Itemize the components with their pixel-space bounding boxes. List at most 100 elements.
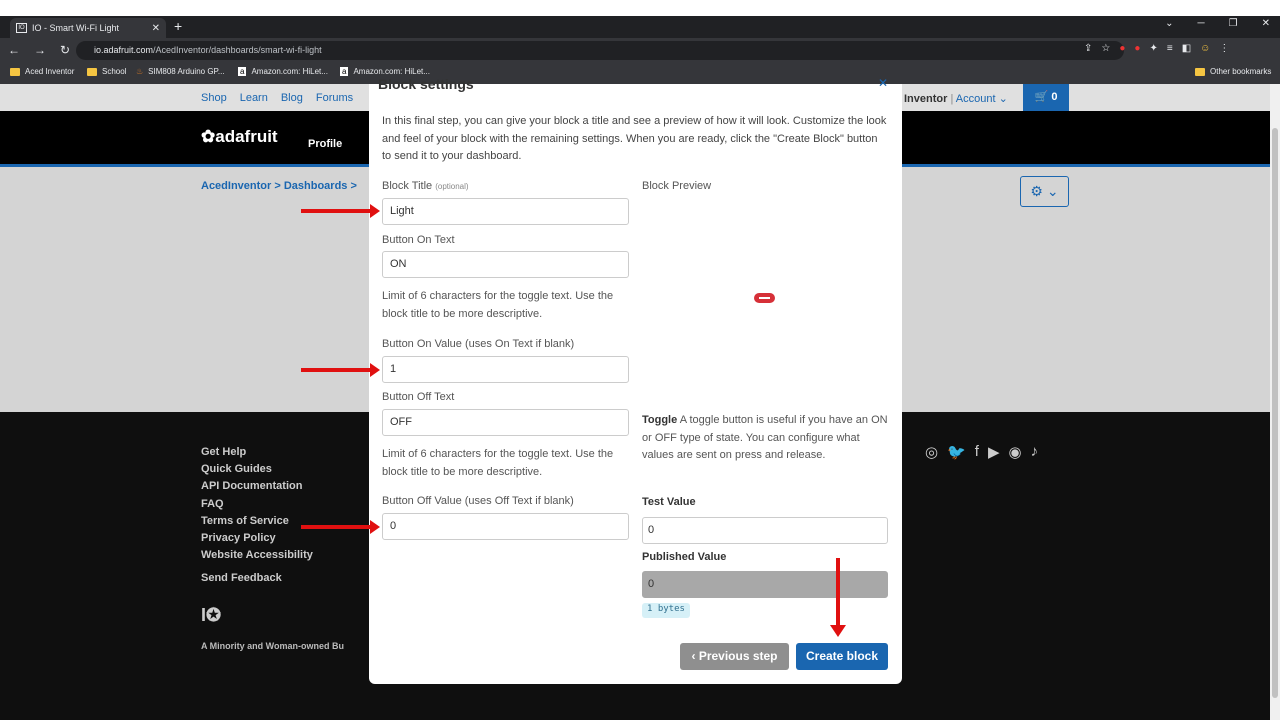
- back-icon[interactable]: ←: [8, 43, 20, 57]
- published-value-field: 0: [642, 571, 888, 598]
- adblock-icon[interactable]: ●: [1119, 43, 1125, 54]
- maximize-icon[interactable]: ❐: [1229, 18, 1238, 29]
- modal-title: Block settings: [378, 76, 474, 92]
- social-icons: ◎ 🐦 f ▶ ◉ ♪: [925, 443, 1038, 461]
- bookmark-label: Amazon.com: HiLet...: [353, 67, 430, 76]
- bytes-badge: 1 bytes: [642, 603, 690, 618]
- twitter-icon[interactable]: 🐦: [947, 443, 966, 461]
- io-logo-icon: I✪: [201, 605, 222, 625]
- adafruit-logo[interactable]: ✿adafruit: [201, 127, 278, 147]
- on-limit-note: Limit of 6 characters for the toggle tex…: [382, 290, 614, 320]
- bookmark-school[interactable]: School: [87, 67, 126, 76]
- breadcrumb[interactable]: AcedInventor > Dashboards >: [201, 180, 357, 192]
- on-value-input[interactable]: 1: [382, 356, 629, 383]
- tiktok-icon[interactable]: ♪: [1031, 443, 1039, 461]
- chevron-down-icon: ⌄: [998, 93, 1008, 105]
- on-text-label: Button On Text: [382, 234, 455, 246]
- page-scrollbar[interactable]: [1270, 84, 1280, 720]
- profile-icon[interactable]: ☺: [1200, 43, 1210, 54]
- logo-text: adafruit: [215, 127, 278, 146]
- on-text-input[interactable]: ON: [382, 251, 629, 278]
- bookmark-sim808[interactable]: ♨ SIM808 Arduino GP...: [136, 67, 225, 76]
- off-value-label: Button Off Value (uses Off Text if blank…: [382, 495, 574, 507]
- footer-link[interactable]: FAQ: [201, 496, 313, 513]
- footer-link[interactable]: Terms of Service: [201, 513, 313, 530]
- menu-icon[interactable]: ⋮: [1219, 43, 1229, 54]
- off-text-input[interactable]: OFF: [382, 409, 629, 436]
- footer-links: Get Help Quick Guides API Documentation …: [201, 444, 313, 588]
- modal-intro: In this final step, you can give your bl…: [382, 115, 887, 162]
- dashboard-settings-button[interactable]: ⚙ ⌄: [1020, 176, 1069, 207]
- nav-forums[interactable]: Forums: [316, 92, 353, 104]
- profile-link[interactable]: Profile: [308, 138, 342, 150]
- annotation-arrow: [301, 204, 380, 218]
- test-value-input[interactable]: 0: [642, 517, 888, 544]
- block-preview-label: Block Preview: [642, 180, 712, 192]
- close-tab-icon[interactable]: ✕: [152, 23, 160, 34]
- published-value-label: Published Value: [642, 551, 727, 563]
- off-value-input[interactable]: 0: [382, 513, 629, 540]
- send-feedback-link[interactable]: Send Feedback: [201, 570, 313, 587]
- share-icon[interactable]: ⇪: [1084, 43, 1092, 54]
- footer-link[interactable]: Get Help: [201, 444, 313, 461]
- block-title-input[interactable]: Light: [382, 198, 629, 225]
- nav-learn[interactable]: Learn: [240, 92, 268, 104]
- nav-blog[interactable]: Blog: [281, 92, 303, 104]
- scrollbar-thumb[interactable]: [1272, 128, 1278, 698]
- address-bar[interactable]: io.adafruit.com/AcedInventor/dashboards/…: [76, 41, 1124, 60]
- folder-icon: [1195, 67, 1205, 76]
- footer-link[interactable]: Quick Guides: [201, 461, 313, 478]
- annotation-arrow: [301, 520, 380, 534]
- tab-title: IO - Smart Wi-Fi Light: [32, 23, 120, 33]
- nav-buttons: ← → ↻: [8, 43, 70, 57]
- reading-list-icon[interactable]: ≡: [1167, 43, 1173, 54]
- url-host: io.adafruit.com: [94, 45, 154, 55]
- forward-icon[interactable]: →: [34, 43, 46, 57]
- instagram-icon[interactable]: ◎: [925, 443, 938, 461]
- account-menu[interactable]: Account: [956, 93, 996, 105]
- toggle-name: Toggle: [642, 414, 678, 426]
- previous-step-button[interactable]: ‹ Previous step: [680, 643, 789, 670]
- close-window-icon[interactable]: ✕: [1262, 18, 1270, 29]
- close-icon[interactable]: ✕: [878, 76, 888, 90]
- new-tab-icon[interactable]: +: [174, 18, 182, 34]
- amazon-icon: a: [340, 67, 349, 76]
- bookmarks-bar: Aced Inventor School ♨ SIM808 Arduino GP.…: [0, 63, 1280, 84]
- minimize-icon[interactable]: ─: [1198, 18, 1205, 29]
- previous-step-label: Previous step: [698, 649, 778, 663]
- bookmark-aced-inventor[interactable]: Aced Inventor: [10, 67, 74, 76]
- flower-logo-icon: ✿: [201, 127, 216, 146]
- off-limit-note: Limit of 6 characters for the toggle tex…: [382, 448, 614, 478]
- block-title-label: Block Title (optional): [382, 180, 469, 192]
- account-user[interactable]: Inventor: [904, 93, 947, 105]
- side-panel-icon[interactable]: ◧: [1182, 43, 1191, 54]
- tab-search-icon[interactable]: ⌄: [1165, 18, 1173, 29]
- toggle-description: Toggle A toggle button is useful if you …: [642, 412, 888, 465]
- youtube-icon[interactable]: ▶: [988, 443, 1000, 461]
- chevron-left-icon: ‹: [691, 649, 696, 663]
- test-value-label: Test Value: [642, 496, 696, 508]
- footer-link[interactable]: Website Accessibility: [201, 547, 313, 564]
- bookmark-label: SIM808 Arduino GP...: [148, 67, 225, 76]
- footer-link[interactable]: Privacy Policy: [201, 530, 313, 547]
- browser-tab[interactable]: IO IO - Smart Wi-Fi Light ✕: [10, 18, 166, 38]
- bookmark-amazon-1[interactable]: a Amazon.com: HiLet...: [238, 67, 328, 76]
- annotation-arrow: [830, 558, 846, 637]
- toggle-desc-text: A toggle button is useful if you have an…: [642, 414, 888, 461]
- nav-shop[interactable]: Shop: [201, 92, 227, 104]
- amazon-icon: a: [238, 67, 247, 76]
- off-text-label: Button Off Text: [382, 391, 455, 403]
- star-icon[interactable]: ☆: [1101, 43, 1110, 54]
- bookmark-amazon-2[interactable]: a Amazon.com: HiLet...: [340, 67, 430, 76]
- other-bookmarks[interactable]: Other bookmarks: [1195, 67, 1271, 76]
- create-block-button[interactable]: Create block: [796, 643, 888, 670]
- puzzle-icon[interactable]: ✦: [1149, 43, 1157, 54]
- footer-link[interactable]: API Documentation: [201, 478, 313, 495]
- cart-button[interactable]: 🛒 0: [1023, 84, 1069, 111]
- toggle-preview[interactable]: [754, 293, 775, 303]
- optional-text: (optional): [435, 182, 469, 191]
- facebook-icon[interactable]: f: [975, 443, 979, 461]
- extension-red-icon[interactable]: ●: [1134, 43, 1140, 54]
- github-icon[interactable]: ◉: [1009, 443, 1022, 461]
- reload-icon[interactable]: ↻: [60, 43, 70, 57]
